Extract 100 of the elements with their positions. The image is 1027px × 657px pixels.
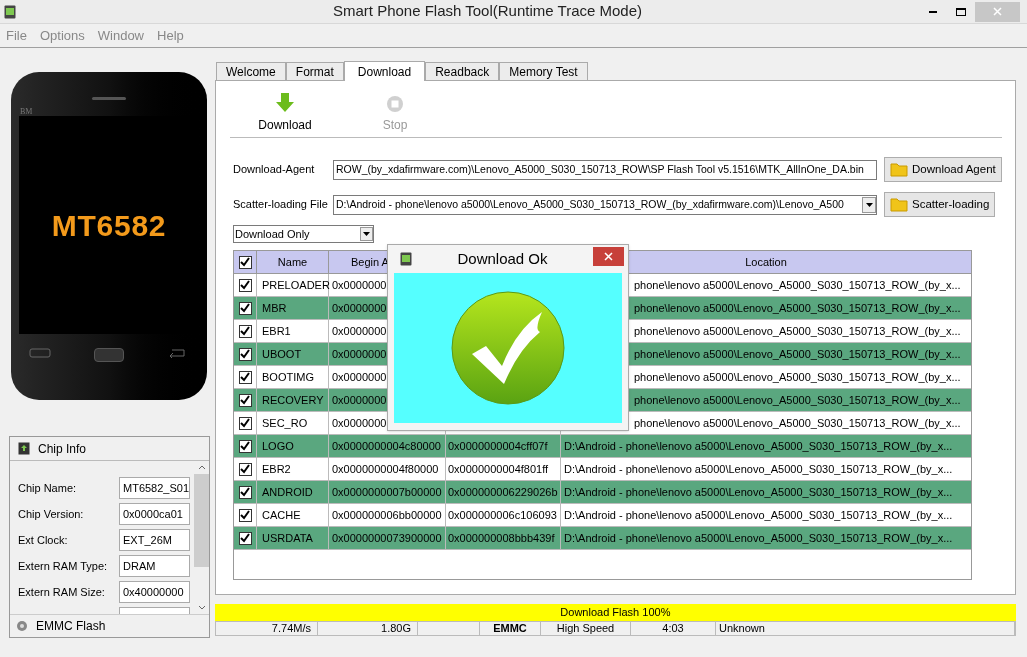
table-cell-text: phone\lenovo a5000\Lenovo_A5000_S030_150713_ROW_(by_x... xyxy=(634,392,961,408)
field-value: DRAM xyxy=(119,555,190,577)
table-cell-text: 0x0000000 xyxy=(332,300,387,316)
panel-title[interactable]: Chip Info xyxy=(38,439,87,458)
folder-icon xyxy=(890,162,908,177)
field-label: Ext Clock: xyxy=(18,532,68,548)
arrow-down-icon xyxy=(276,93,294,113)
chevron-up-icon[interactable] xyxy=(197,465,206,470)
checkbox[interactable] xyxy=(238,462,252,476)
table-cell-text: phone\lenovo a5000\Lenovo_A5000_S030_150713_ROW_(by_x... xyxy=(634,323,961,339)
table-cell-text: EBR2 xyxy=(262,461,291,477)
table-cell-text: USRDATA xyxy=(262,530,313,546)
panel-title[interactable]: EMMC Flash xyxy=(36,617,106,635)
table-cell-text: 0x0000000004cff07f xyxy=(448,438,548,454)
tab[interactable]: Format xyxy=(285,62,344,80)
table-cell-text: 0x0000000 xyxy=(332,323,387,339)
table-cell-text: 0x0000000 xyxy=(332,369,387,385)
status-cell: High Speed xyxy=(541,622,631,635)
checkbox[interactable] xyxy=(238,255,252,269)
caret-icon xyxy=(360,227,373,241)
table-cell-text: phone\lenovo a5000\Lenovo_A5000_S030_150713_ROW_(by_x... xyxy=(634,300,961,316)
table-cell-text: 0x0000000 xyxy=(332,392,387,408)
table-cell-text: SEC_RO xyxy=(262,415,308,431)
caret-icon xyxy=(862,196,876,213)
table-cell-text: phone\lenovo a5000\Lenovo_A5000_S030_150713_ROW_(by_x... xyxy=(634,277,961,293)
table-cell-text: BOOTIMG xyxy=(262,369,314,385)
table-cell-text: D:\Android - phone\lenovo a5000\Lenovo_A5000_S030_150713_ROW_(by_x... xyxy=(564,507,953,523)
field-label: Chip Version: xyxy=(18,506,84,522)
table-cell-text: 0x0000000 xyxy=(332,277,387,293)
mode-dropdown[interactable]: Download Only xyxy=(233,225,374,243)
tab[interactable]: Welcome xyxy=(216,62,286,80)
close-button[interactable] xyxy=(593,247,624,266)
table-cell-text: D:\Android - phone\lenovo a5000\Lenovo_A5000_S030_150713_ROW_(by_x... xyxy=(564,484,953,500)
checkbox[interactable] xyxy=(238,347,252,361)
table-cell-text: 0x0000000004f801ff xyxy=(448,461,549,477)
close-icon xyxy=(604,252,613,261)
folder-icon xyxy=(890,197,908,212)
progress-label: Download Flash 100% xyxy=(560,605,671,621)
download-agent-button[interactable]: Download Agent xyxy=(884,157,1002,182)
table-cell-text: D:\Android - phone\lenovo a5000\Lenovo_A5000_S030_150713_ROW_(by_x... xyxy=(564,461,953,477)
table-cell-text: 0x000000006c106093 xyxy=(448,507,557,523)
checkbox[interactable] xyxy=(238,393,252,407)
field-label: Extern RAM Type: xyxy=(18,558,108,574)
table-cell-text: D:\Android - phone\lenovo a5000\Lenovo_A5000_S030_150713_ROW_(by_x... xyxy=(564,530,953,546)
table-cell-text: 0x000000006229026b xyxy=(448,484,558,500)
table-cell-text: 0x0000000007b00000 xyxy=(332,484,442,500)
field-value: 0x0000ca01 xyxy=(119,503,190,525)
table-cell-text: D:\Android - phone\lenovo a5000\Lenovo_A5000_S030_150713_ROW_(by_x... xyxy=(564,438,953,454)
status-cell: 1.80G xyxy=(318,622,418,635)
path-dropdown[interactable]: D:\Android - phone\lenovo a5000\Lenovo_A5000_S030_150713_ROW_(by_xdafirmware.com)\Lenovo_A500 xyxy=(333,194,877,215)
home-key-icon xyxy=(94,348,124,362)
table-cell-text: phone\lenovo a5000\Lenovo_A5000_S030_150713_ROW_(by_x... xyxy=(634,415,961,431)
table-cell-text: UBOOT xyxy=(262,346,302,362)
table-cell-text: 0x0000000073900000 xyxy=(332,530,442,546)
chevron-down-icon[interactable] xyxy=(197,605,206,610)
checkbox[interactable] xyxy=(238,508,252,522)
dialog-title: Download Ok xyxy=(456,248,549,269)
table-cell-text: MBR xyxy=(262,300,287,316)
table-cell-text: 0x000000008bbb439f xyxy=(448,530,555,546)
window-title: Smart Phone Flash Tool(Runtime Trace Mode) xyxy=(332,1,643,22)
menu-key-icon xyxy=(29,348,51,358)
tab[interactable]: Download xyxy=(343,61,426,81)
checkbox[interactable] xyxy=(238,301,252,315)
table-cell-text: 0x0000000004f80000 xyxy=(332,461,439,477)
table-cell-text: RECOVERY xyxy=(262,392,324,408)
table-cell-text: 0x0000000 xyxy=(332,415,387,431)
checkbox[interactable] xyxy=(238,278,252,292)
path-field[interactable]: ROW_(by_xdafirmware.com)\Lenovo_A5000_S030_150713_ROW\SP Flash Tool v5.1516\MTK_AllInOne_DA.bin xyxy=(333,159,877,180)
app-icon xyxy=(400,252,412,266)
checkmark-icon xyxy=(450,290,566,406)
checkbox[interactable] xyxy=(238,370,252,384)
table-cell-text: ANDROID xyxy=(262,484,313,500)
speaker-icon xyxy=(92,97,126,100)
checkbox[interactable] xyxy=(238,416,252,430)
field-label: Extern RAM Size: xyxy=(18,584,105,600)
field-value: MT6582_S01 xyxy=(119,477,190,499)
checkbox[interactable] xyxy=(238,324,252,338)
field-value: EXT_26M xyxy=(119,529,190,551)
table-cell-text: CACHE xyxy=(262,507,301,523)
column-header[interactable]: Name xyxy=(257,251,329,273)
stop-icon xyxy=(386,95,404,113)
brand-mark: BM xyxy=(20,106,33,118)
gear-icon xyxy=(16,620,28,632)
download-button[interactable]: Download xyxy=(230,88,340,134)
checkbox[interactable] xyxy=(238,485,252,499)
table-cell-text: phone\lenovo a5000\Lenovo_A5000_S030_150713_ROW_(by_x... xyxy=(634,369,961,385)
table-cell-text: 0x000000006bb00000 xyxy=(332,507,442,523)
field-value: 0x40000000 xyxy=(119,581,190,603)
checkbox[interactable] xyxy=(238,439,252,453)
table-cell-text: 0x0000000004c80000 xyxy=(332,438,441,454)
table-cell-text: PRELOADER xyxy=(262,277,330,293)
tab[interactable]: Memory Test xyxy=(499,62,588,80)
app-icon xyxy=(4,4,16,19)
status-cell: Unknown xyxy=(716,622,1015,635)
status-cell: 4:03 xyxy=(631,622,716,635)
field-label: Chip Name: xyxy=(18,480,77,496)
tab[interactable]: Readback xyxy=(425,62,500,80)
scatter-loading-button[interactable]: Scatter-loading xyxy=(884,192,996,217)
checkbox[interactable] xyxy=(238,531,252,545)
table-cell-text: LOGO xyxy=(262,438,294,454)
